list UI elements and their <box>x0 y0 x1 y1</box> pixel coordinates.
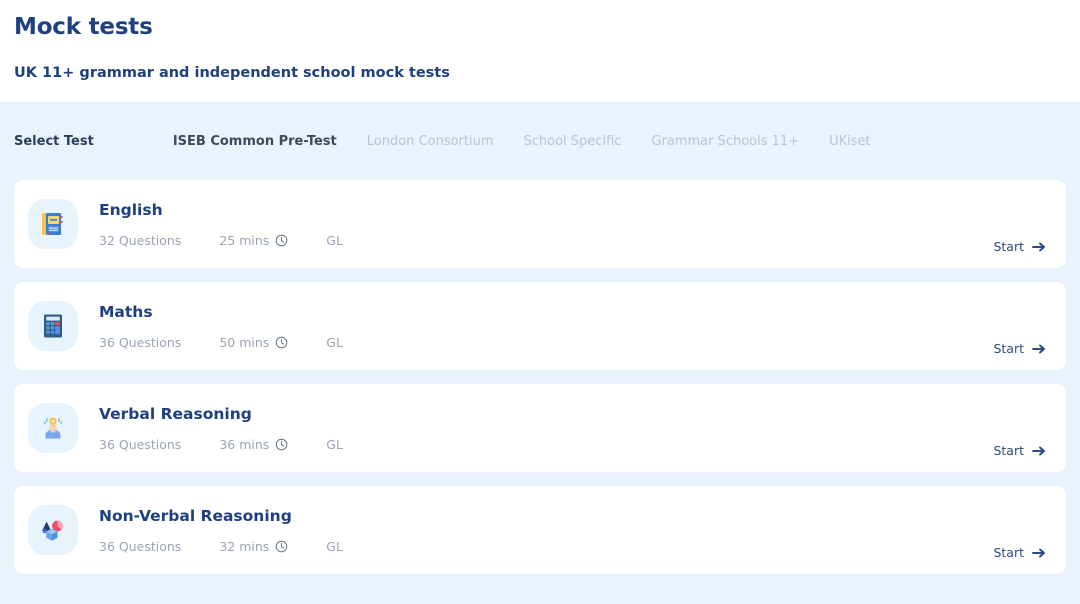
select-test-label: Select Test <box>14 133 94 149</box>
test-exam-board: GL <box>326 233 343 248</box>
test-duration-text: 32 mins <box>219 539 270 554</box>
mock-tests-page: Mock tests UK 11+ grammar and independen… <box>0 0 1080 604</box>
test-duration-text: 50 mins <box>219 335 270 350</box>
test-duration: 25 mins <box>219 233 288 248</box>
tab-list: ISEB Common Pre-Test London Consortium S… <box>173 134 901 149</box>
start-button[interactable]: Start <box>993 545 1046 560</box>
tab-ukiset[interactable]: UKiset <box>829 134 871 149</box>
test-duration-text: 36 mins <box>219 437 270 452</box>
page-title: Mock tests <box>14 14 153 40</box>
clock-icon <box>275 540 288 553</box>
test-duration: 36 mins <box>219 437 288 452</box>
test-meta: 36 Questions 50 mins GL <box>99 335 1052 350</box>
start-button-label: Start <box>993 545 1024 560</box>
person-thinking-icon <box>28 403 78 453</box>
arrow-right-icon <box>1032 547 1046 559</box>
test-title: Maths <box>99 303 153 321</box>
test-duration: 32 mins <box>219 539 288 554</box>
test-exam-board: GL <box>326 539 343 554</box>
start-button-label: Start <box>993 239 1024 254</box>
arrow-right-icon <box>1032 241 1046 253</box>
test-card-verbal-reasoning[interactable]: Verbal Reasoning 36 Questions 36 mins GL <box>14 384 1066 472</box>
test-exam-board: GL <box>326 437 343 452</box>
tab-grammar-schools-11-plus[interactable]: Grammar Schools 11+ <box>651 134 799 149</box>
test-card-maths[interactable]: Maths 36 Questions 50 mins GL Start <box>14 282 1066 370</box>
test-meta: 32 Questions 25 mins GL <box>99 233 1052 248</box>
test-card-body: Verbal Reasoning 36 Questions 36 mins GL <box>99 404 1052 452</box>
test-card-body: Maths 36 Questions 50 mins GL <box>99 302 1052 350</box>
test-card-english[interactable]: English 32 Questions 25 mins GL Start <box>14 180 1066 268</box>
arrow-right-icon <box>1032 343 1046 355</box>
test-question-count: 36 Questions <box>99 437 182 452</box>
tab-school-specific[interactable]: School Specific <box>524 134 622 149</box>
test-card-body: English 32 Questions 25 mins GL <box>99 200 1052 248</box>
calculator-icon <box>28 301 78 351</box>
test-exam-board: GL <box>326 335 343 350</box>
shapes-icon <box>28 505 78 555</box>
test-duration-text: 25 mins <box>219 233 270 248</box>
clock-icon <box>275 336 288 349</box>
test-meta: 36 Questions 36 mins GL <box>99 437 1052 452</box>
test-card-body: Non-Verbal Reasoning 36 Questions 32 min… <box>99 506 1052 554</box>
tab-iseb-common-pre-test[interactable]: ISEB Common Pre-Test <box>173 134 337 149</box>
start-button-label: Start <box>993 443 1024 458</box>
test-meta: 36 Questions 32 mins GL <box>99 539 1052 554</box>
test-type-tabbar: Select Test ISEB Common Pre-Test London … <box>0 102 1080 180</box>
start-button[interactable]: Start <box>993 341 1046 356</box>
test-card-non-verbal-reasoning[interactable]: Non-Verbal Reasoning 36 Questions 32 min… <box>14 486 1066 574</box>
test-title: Non-Verbal Reasoning <box>99 507 292 525</box>
test-title: English <box>99 201 163 219</box>
test-question-count: 32 Questions <box>99 233 182 248</box>
test-question-count: 36 Questions <box>99 335 182 350</box>
clock-icon <box>275 234 288 247</box>
arrow-right-icon <box>1032 445 1046 457</box>
start-button[interactable]: Start <box>993 239 1046 254</box>
clock-icon <box>275 438 288 451</box>
test-card-list: English 32 Questions 25 mins GL Start Ma… <box>0 180 1080 574</box>
page-header: Mock tests UK 11+ grammar and independen… <box>0 0 1080 102</box>
start-button[interactable]: Start <box>993 443 1046 458</box>
test-question-count: 36 Questions <box>99 539 182 554</box>
test-duration: 50 mins <box>219 335 288 350</box>
book-icon <box>28 199 78 249</box>
tab-london-consortium[interactable]: London Consortium <box>367 134 494 149</box>
test-title: Verbal Reasoning <box>99 405 252 423</box>
page-subtitle: UK 11+ grammar and independent school mo… <box>14 65 450 81</box>
start-button-label: Start <box>993 341 1024 356</box>
